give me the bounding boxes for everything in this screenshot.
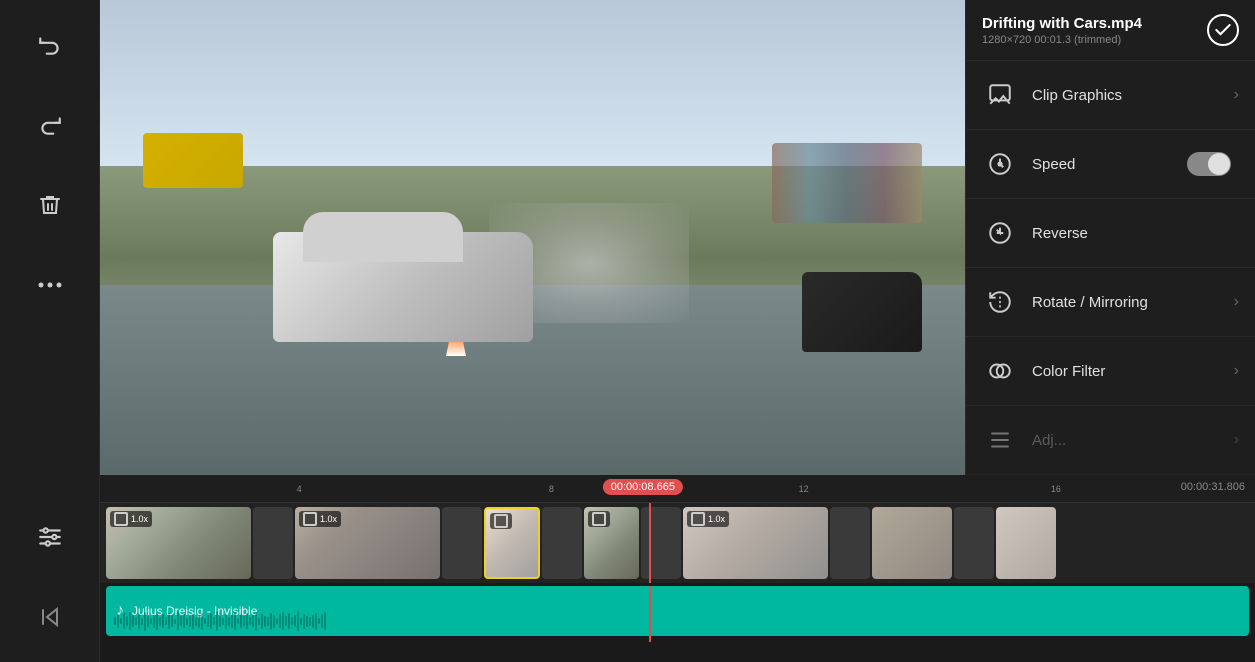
clip-4-symbol — [592, 512, 606, 526]
clip-graphics-arrow: › — [1234, 86, 1239, 104]
clip-graphics-label: Clip Graphics — [1032, 87, 1234, 104]
rotate-mirroring-menu-item[interactable]: Rotate / Mirroring › — [966, 268, 1255, 337]
clip-2-icon: 1.0x — [299, 511, 341, 527]
clip-confirm-button[interactable] — [1207, 14, 1239, 46]
separator-3[interactable] — [542, 507, 582, 579]
clip-info-text: Drifting with Cars.mp4 1280×720 00:01.3 … — [982, 15, 1142, 46]
clip-1[interactable]: 1.0x — [106, 507, 251, 579]
more-options-button[interactable] — [25, 260, 75, 310]
ruler-mark-blank3 — [867, 484, 993, 494]
clip-5-badge: 1.0x — [708, 514, 725, 524]
ruler-mark-0 — [110, 484, 236, 494]
reverse-icon — [982, 215, 1018, 251]
video-scene — [100, 0, 965, 475]
total-time-label: 00:00:31.806 — [1181, 481, 1245, 493]
playhead-music — [649, 586, 651, 642]
rotate-mirroring-icon — [982, 284, 1018, 320]
speed-icon — [982, 146, 1018, 182]
main-car — [273, 232, 533, 342]
ruler-mark-8: 8 — [488, 484, 614, 494]
clip-options-menu: Clip Graphics › Speed — [966, 61, 1255, 475]
spectators-area — [772, 143, 922, 223]
reverse-label: Reverse — [1032, 225, 1239, 242]
speed-menu-item[interactable]: Speed — [966, 130, 1255, 199]
clip-3-symbol — [494, 514, 508, 528]
ruler-mark-16: 16 — [993, 484, 1119, 494]
clip-1-symbol — [114, 512, 128, 526]
ruler-mark-blank1 — [362, 484, 488, 494]
reverse-menu-item[interactable]: Reverse — [966, 199, 1255, 268]
clip-graphics-menu-item[interactable]: Clip Graphics › — [966, 61, 1255, 130]
time-ruler: 4 8 12 16 00:00:08.665 00:00:31.806 — [100, 475, 1255, 503]
video-preview — [100, 0, 965, 475]
main-content: Drifting with Cars.mp4 1280×720 00:01.3 … — [100, 0, 1255, 662]
redo-button[interactable] — [25, 100, 75, 150]
playhead-clips — [649, 503, 651, 583]
separator-2[interactable] — [442, 507, 482, 579]
rotate-mirroring-arrow: › — [1234, 293, 1239, 311]
video-area: Drifting with Cars.mp4 1280×720 00:01.3 … — [100, 0, 1255, 475]
undo-button[interactable] — [25, 20, 75, 70]
waveform-display — [106, 611, 1249, 631]
clip-5[interactable]: 1.0x — [683, 507, 828, 579]
clip-5-icon: 1.0x — [687, 511, 729, 527]
clip-title: Drifting with Cars.mp4 — [982, 15, 1142, 32]
clips-container: 1.0x 1.0x — [100, 503, 1255, 583]
bus-object — [143, 133, 243, 188]
rewind-to-start-button[interactable] — [25, 592, 75, 642]
clip-2[interactable]: 1.0x — [295, 507, 440, 579]
clip-3-icon — [490, 513, 512, 529]
music-row: ♪ Julius Dreisig - Invisible — [100, 586, 1255, 636]
clips-row: 1.0x 1.0x — [100, 503, 1255, 583]
color-filter-menu-item[interactable]: Color Filter › — [966, 337, 1255, 406]
clip-2-badge: 1.0x — [320, 514, 337, 524]
timeline-area: 4 8 12 16 00:00:08.665 00:00:31.806 1.0x — [100, 475, 1255, 662]
adjustment-arrow: › — [1234, 431, 1239, 449]
color-filter-label: Color Filter — [1032, 363, 1234, 380]
rotate-mirroring-label: Rotate / Mirroring — [1032, 294, 1234, 311]
clip-graphics-icon — [982, 77, 1018, 113]
delete-button[interactable] — [25, 180, 75, 230]
ruler-mark-4: 4 — [236, 484, 362, 494]
speed-toggle-knob — [1208, 153, 1230, 175]
music-track[interactable]: ♪ Julius Dreisig - Invisible — [106, 586, 1249, 636]
clip-meta: 1280×720 00:01.3 (trimmed) — [982, 34, 1142, 46]
color-filter-icon — [982, 353, 1018, 389]
separator-6[interactable] — [954, 507, 994, 579]
clip-4[interactable] — [584, 507, 639, 579]
clip-6[interactable] — [872, 507, 952, 579]
separator-1[interactable] — [253, 507, 293, 579]
clip-1-icon: 1.0x — [110, 511, 152, 527]
left-sidebar — [0, 0, 100, 662]
clip-4-icon — [588, 511, 610, 527]
clip-7[interactable] — [996, 507, 1056, 579]
separator-5[interactable] — [830, 507, 870, 579]
clip-1-badge: 1.0x — [131, 514, 148, 524]
color-filter-arrow: › — [1234, 362, 1239, 380]
clip-5-symbol — [691, 512, 705, 526]
separator-4[interactable] — [641, 507, 681, 579]
clip-info-bar: Drifting with Cars.mp4 1280×720 00:01.3 … — [966, 0, 1255, 61]
ruler-mark-12: 12 — [741, 484, 867, 494]
adjust-layers-button[interactable] — [25, 512, 75, 562]
clip-2-symbol — [303, 512, 317, 526]
adjustment-menu-item[interactable]: Adj... › — [966, 406, 1255, 475]
adjustment-icon — [982, 422, 1018, 458]
clip-3-selected[interactable] — [484, 507, 540, 579]
speed-toggle[interactable] — [1187, 152, 1231, 176]
right-panel: Drifting with Cars.mp4 1280×720 00:01.3 … — [965, 0, 1255, 475]
second-car — [802, 272, 922, 352]
current-time-label: 00:00:08.665 — [603, 479, 683, 495]
adjustment-label: Adj... — [1032, 432, 1234, 449]
speed-label: Speed — [1032, 156, 1187, 173]
